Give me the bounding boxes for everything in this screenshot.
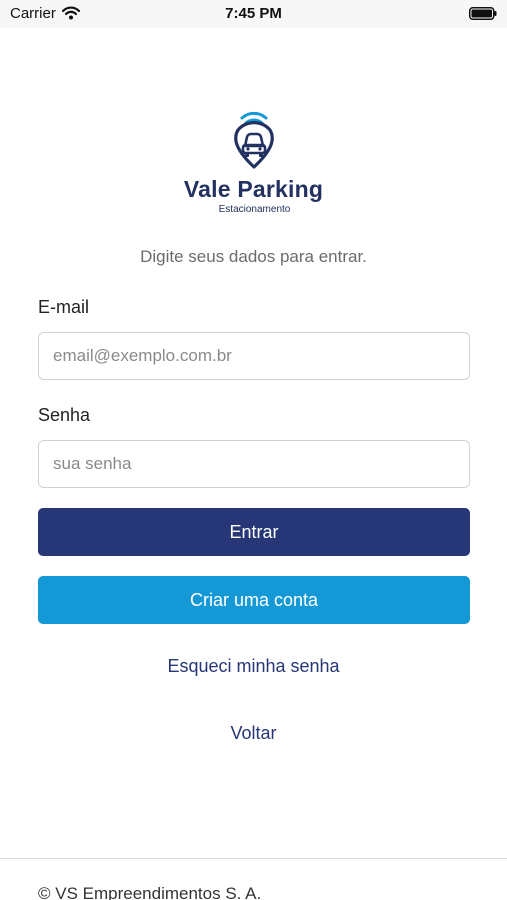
- password-field[interactable]: [38, 440, 470, 488]
- logo-title: Vale Parking: [183, 176, 324, 202]
- forgot-password-link[interactable]: Esqueci minha senha: [0, 656, 507, 677]
- logo-subtitle: Estacionamento: [218, 204, 291, 215]
- email-field[interactable]: [38, 332, 470, 380]
- status-bar: Carrier 7:45 PM: [0, 0, 507, 28]
- login-button[interactable]: Entrar: [38, 508, 470, 556]
- footer-copyright: © VS Empreendimentos S. A.: [38, 884, 262, 900]
- app-logo: Vale Parking Estacionamento: [0, 106, 507, 215]
- password-label: Senha: [38, 405, 91, 425]
- login-prompt: Digite seus dados para entrar.: [140, 247, 367, 266]
- email-label: E-mail: [38, 297, 90, 317]
- car-pin-wifi-icon: [233, 111, 274, 169]
- back-link[interactable]: Voltar: [0, 723, 507, 744]
- clock: 7:45 PM: [225, 5, 282, 22]
- battery-icon: [469, 7, 497, 20]
- footer-divider: [0, 858, 507, 859]
- create-account-button[interactable]: Criar uma conta: [38, 576, 470, 624]
